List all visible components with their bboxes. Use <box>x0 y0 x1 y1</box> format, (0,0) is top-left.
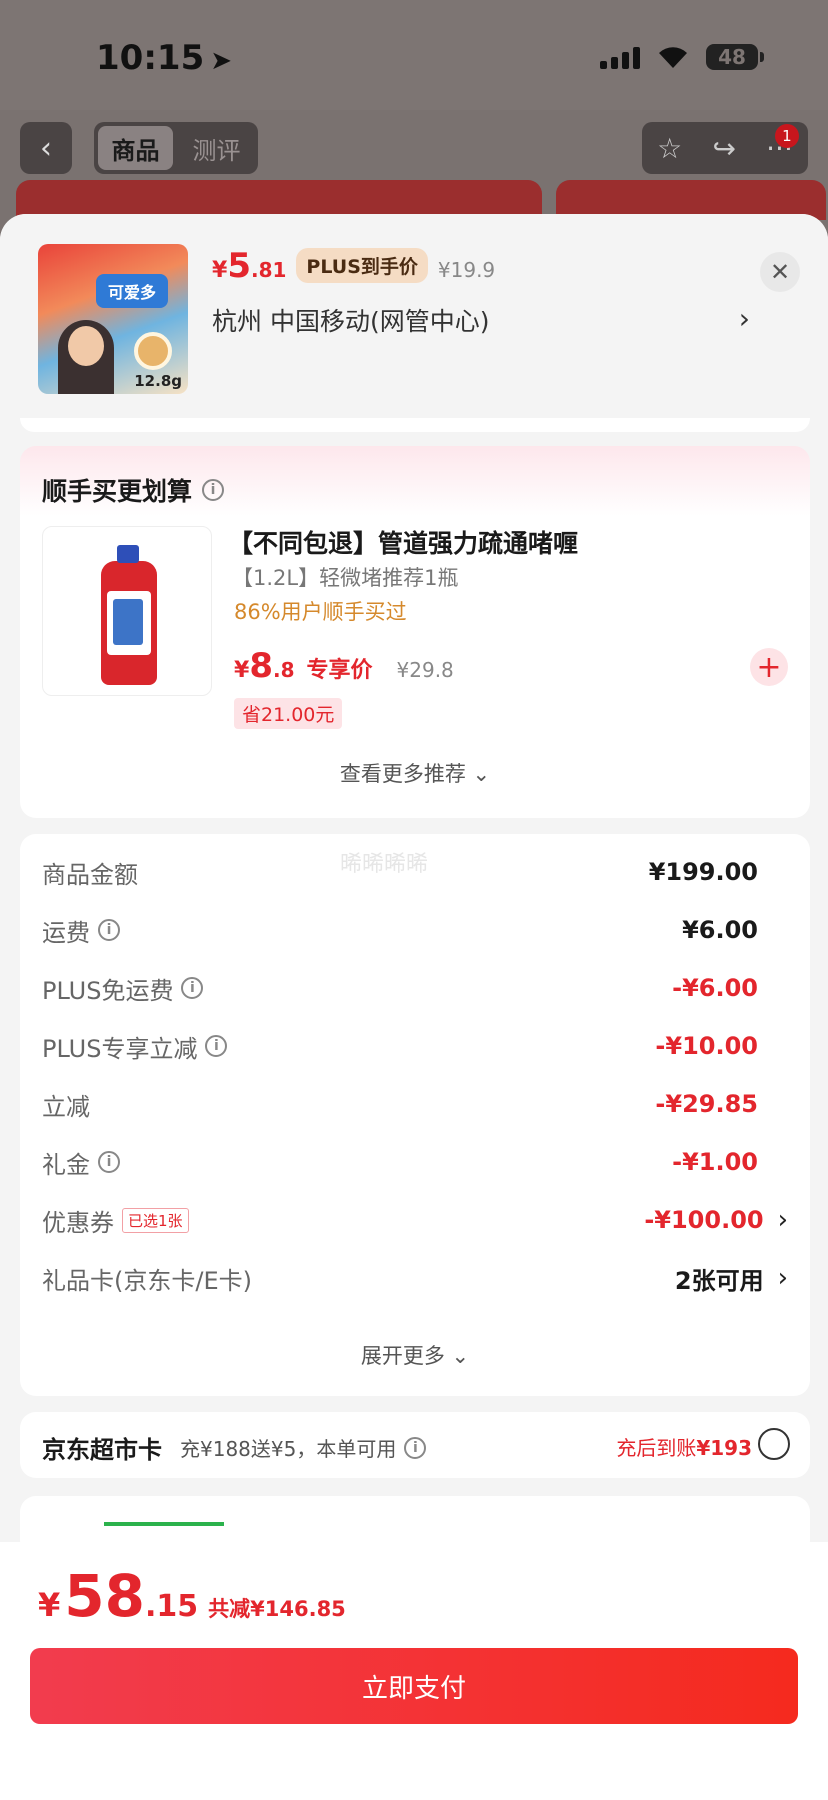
row-plus-discount: PLUS专享立减 i -¥10.00 <box>42 1032 758 1063</box>
supermarket-card-credit: 充后到账¥193 <box>616 1436 752 1460</box>
add-upsell-button[interactable]: + <box>750 648 788 686</box>
upsell-card: 顺手买更划算 i 【不同包退】管道强力疏通啫喱 【1.2L】轻微堵推荐1瓶 86%… <box>20 446 810 818</box>
expand-more-link[interactable]: 展开更多 ⌄ <box>20 1340 810 1370</box>
supermarket-card-option[interactable]: 京东超市卡 充¥188送¥5，本单可用 i 充后到账¥193 <box>20 1412 810 1478</box>
product-price-line: ¥5.81 PLUS到手价 ¥19.9 <box>212 246 495 287</box>
total-saved: 共减¥146.85 <box>208 1597 346 1621</box>
status-time: 10:15 ➤ <box>96 38 233 78</box>
chevron-right-icon[interactable]: › <box>739 302 750 335</box>
info-icon[interactable]: i <box>98 1151 120 1173</box>
star-icon[interactable]: ☆ <box>657 132 682 165</box>
upsell-buy-rate: 86%用户顺手买过 <box>234 600 407 624</box>
delivery-address[interactable]: 杭州 中国移动(网管中心) <box>212 302 489 338</box>
chevron-right-icon[interactable]: › <box>778 1263 788 1293</box>
supermarket-card-desc: 充¥188送¥5，本单可用 i <box>180 1433 427 1462</box>
row-coupon[interactable]: 优惠券 已选1张 -¥100.00 › <box>42 1200 788 1240</box>
supermarket-card-radio[interactable] <box>758 1428 790 1460</box>
chevron-down-icon: ⌄ <box>472 762 491 786</box>
info-icon[interactable]: i <box>98 919 120 941</box>
checkout-footer: ¥58.15 共减¥146.85 立即支付 <box>0 1542 828 1800</box>
more-icon[interactable]: ··· 1 <box>766 123 799 165</box>
info-icon[interactable]: i <box>404 1436 427 1459</box>
upsell-item-name[interactable]: 【不同包退】管道强力疏通啫喱 <box>228 524 578 560</box>
upsell-item-image[interactable] <box>42 526 212 696</box>
product-header: 可爱多 12.8g ¥5.81 PLUS到手价 ¥19.9 杭州 中国移动(网管… <box>0 214 828 414</box>
row-gift-card[interactable]: 礼品卡(京东卡/E卡) 2张可用 › <box>42 1258 788 1298</box>
chevron-down-icon: ⌄ <box>451 1344 470 1368</box>
product-thumbnail: 可爱多 12.8g <box>38 244 188 394</box>
upsell-original-price: ¥29.8 <box>396 658 454 682</box>
tab-switcher: 商品 测评 <box>94 122 258 174</box>
product-logo: 可爱多 <box>96 274 168 308</box>
location-arrow-icon: ➤ <box>210 46 233 76</box>
info-icon[interactable]: i <box>202 479 225 501</box>
share-icon[interactable]: ↪ <box>712 132 735 165</box>
total-price: ¥58.15 共减¥146.85 <box>38 1562 346 1630</box>
tab-product[interactable]: 商品 <box>98 126 173 170</box>
coupon-selected-badge: 已选1张 <box>122 1207 189 1233</box>
row-shipping: 运费 i ¥6.00 <box>42 916 758 947</box>
row-gift-money: 礼金 i -¥1.00 <box>42 1148 758 1179</box>
card-strip <box>20 418 810 432</box>
product-original-price: ¥19.9 <box>437 258 496 282</box>
product-price: ¥5.81 <box>212 246 287 286</box>
info-icon[interactable]: i <box>181 977 204 999</box>
checkout-sheet: 可爱多 12.8g ¥5.81 PLUS到手价 ¥19.9 杭州 中国移动(网管… <box>0 214 828 1544</box>
plus-price-tag: PLUS到手价 <box>296 248 428 283</box>
status-bar: 10:15 ➤ 48 <box>0 0 828 110</box>
exclusive-price-tag: 专享价 <box>306 658 373 683</box>
next-card-peek <box>20 1496 810 1544</box>
close-button[interactable]: ✕ <box>760 252 800 292</box>
battery-icon: 48 <box>706 44 764 70</box>
nav-actions: ☆ ↪ ··· 1 <box>642 122 808 174</box>
cellular-signal-icon <box>600 45 640 69</box>
thumb-weight: 12.8g <box>134 372 182 390</box>
info-icon[interactable]: i <box>205 1035 228 1057</box>
supermarket-card-title: 京东超市卡 <box>42 1436 162 1464</box>
save-badge: 省21.00元 <box>234 698 343 729</box>
tab-review[interactable]: 测评 <box>179 126 254 170</box>
back-button[interactable]: ‹ <box>20 122 72 174</box>
upsell-price: ¥8.8 专享价 ¥29.8 <box>234 646 454 686</box>
upsell-item-spec: 【1.2L】轻微堵推荐1瓶 <box>232 566 459 590</box>
row-item-amount: 商品金额 ¥199.00 <box>42 858 758 889</box>
chevron-right-icon[interactable]: › <box>778 1205 788 1235</box>
upsell-title: 顺手买更划算 i <box>42 472 225 508</box>
row-instant-discount: 立减 -¥29.85 <box>42 1090 758 1121</box>
pay-now-button[interactable]: 立即支付 <box>30 1648 798 1724</box>
more-recommendations-link[interactable]: 查看更多推荐 ⌄ <box>20 758 810 788</box>
price-breakdown-card: 晞晞晞晞 商品金额 ¥199.00 运费 i ¥6.00 PLUS免运费 i -¥6… <box>20 834 810 1396</box>
wifi-icon <box>656 44 690 70</box>
notification-badge: 1 <box>774 123 799 148</box>
row-plus-free-shipping: PLUS免运费 i -¥6.00 <box>42 974 758 1005</box>
